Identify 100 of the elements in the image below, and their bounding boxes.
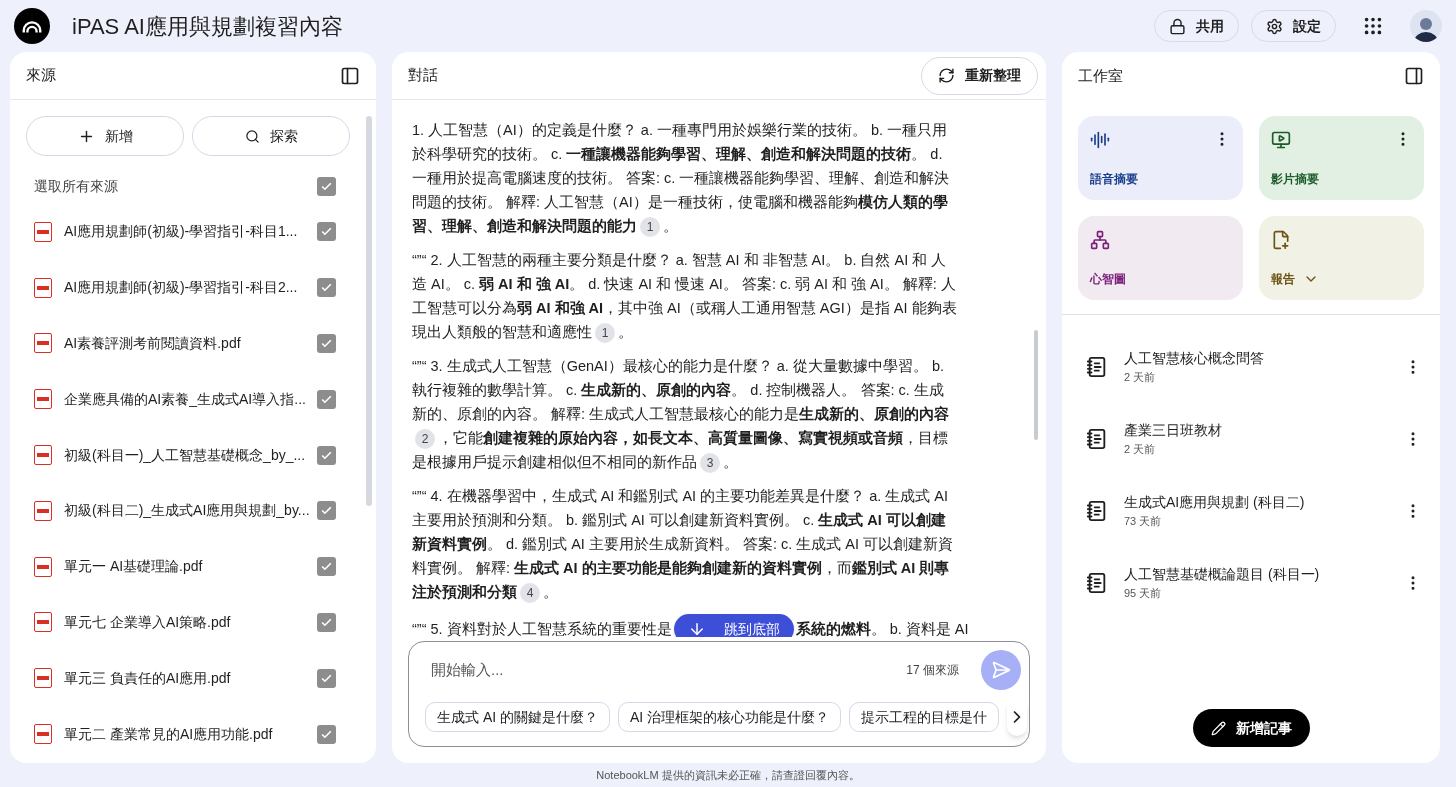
- notebook-title: iPAS AI應用與規劃複習內容: [72, 12, 343, 41]
- note-title: 產業三日班教材: [1124, 421, 1222, 441]
- suggestion-chip[interactable]: 生成式 AI 的關鍵是什麼？: [425, 702, 610, 732]
- checkbox[interactable]: [317, 176, 336, 196]
- note-item[interactable]: 人工智慧核心概念問答 2 天前: [1074, 331, 1428, 403]
- source-name: AI素養評測考前閱讀資料.pdf: [64, 334, 242, 353]
- source-name: 企業應具備的AI素養_生成式AI導入指...: [64, 389, 305, 409]
- checkmark-icon: [320, 337, 333, 350]
- note-item[interactable]: 生成式AI應用與規劃 (科目二) 73 天前: [1074, 475, 1428, 547]
- tile-label: 語音摘要: [1090, 171, 1138, 188]
- send-icon: [991, 660, 1011, 680]
- panel-title: 工作室: [1078, 65, 1123, 86]
- pdf-icon: [34, 221, 52, 242]
- note-title: 生成式AI應用與規劃 (科目二): [1124, 493, 1305, 513]
- source-item[interactable]: 單元二 產業常見的AI應用功能.pdf: [26, 706, 350, 762]
- pdf-icon: [34, 500, 52, 521]
- video-icon: [1271, 130, 1291, 150]
- jump-to-bottom-button[interactable]: 跳到底部: [673, 614, 794, 637]
- source-item[interactable]: 單元三 負責任的AI應用.pdf: [26, 650, 350, 707]
- note-item[interactable]: 人工智慧基礎概論題目 (科目一) 95 天前: [1074, 547, 1428, 619]
- checkbox[interactable]: [317, 724, 336, 744]
- select-all-label: 選取所有來源: [34, 176, 118, 196]
- report-icon: [1271, 230, 1291, 250]
- panel-title: 來源: [26, 65, 56, 86]
- answer-text: “”“ 5. 資料對於人工智慧系統的重要性是: [412, 620, 672, 637]
- note-icon: [1086, 428, 1108, 450]
- checkbox[interactable]: [317, 612, 336, 632]
- search-icon: [244, 128, 260, 144]
- source-name: 單元一 AI基礎理論.pdf: [64, 557, 204, 577]
- checkbox[interactable]: [317, 334, 336, 353]
- studio-tile[interactable]: 影片摘要: [1259, 116, 1424, 200]
- panel-title: 對話: [408, 65, 438, 86]
- tile-label: 報告: [1271, 271, 1295, 288]
- collapse-panel-icon[interactable]: [340, 65, 360, 86]
- note-title: 人工智慧基礎概論題目 (科目一): [1124, 565, 1320, 585]
- source-name: AI應用規劃師(初級)-學習指引-科目2...: [64, 278, 299, 298]
- next-suggestions-button[interactable]: [1007, 698, 1028, 736]
- note-icon: [1086, 500, 1108, 522]
- source-item[interactable]: AI應用規劃師(初級)-學習指引-科目2...: [26, 259, 350, 316]
- pdf-icon: [34, 668, 52, 689]
- pdf-icon: [34, 612, 52, 633]
- checkbox[interactable]: [317, 501, 336, 521]
- checkbox[interactable]: [317, 557, 336, 577]
- pdf-icon: [34, 445, 52, 466]
- note-title: 人工智慧核心概念問答: [1124, 349, 1264, 369]
- refresh-icon: [938, 67, 955, 84]
- source-item[interactable]: 單元一 AI基礎理論.pdf: [26, 538, 350, 595]
- source-item[interactable]: AI素養評測考前閱讀資料.pdf: [26, 315, 350, 372]
- checkbox[interactable]: [317, 668, 336, 688]
- checkbox[interactable]: [317, 389, 336, 409]
- pdf-icon: [34, 724, 52, 745]
- chat-input-field[interactable]: 開始輸入...: [431, 658, 907, 682]
- answer-paragraph: “”“ 4. 在機器學習中，生成式 AI 和鑑別式 AI 的主要功能差異是什麼？ a. 生成式 AI 主要用於預測和分類。 b. 鑑別式 AI 可以創建新資料實例。 c. 生成式 AI 可以創建新資料實例。 d. 鑑別式 AI 主要用於生成新資料。 答案: c. 生成式 AI 可以創建新資料實例。 解釋: 生成式 AI 的主要功能是能夠創建新的資料實例，而鑑別式 AI 則專注於預測和分類 4 。: [412, 484, 958, 604]
- source-count: 17 個來源: [906, 662, 959, 679]
- pencil-icon: [1210, 720, 1226, 736]
- source-item[interactable]: 初級(科目二)_生成式AI應用與規劃_by...: [26, 483, 350, 539]
- pdf-icon: [34, 333, 52, 354]
- apps-grid-icon[interactable]: [1362, 15, 1384, 37]
- avatar[interactable]: [1410, 10, 1442, 42]
- answer-paragraph: “”“ 3. 生成式人工智慧（GenAI）最核心的能力是什麼？ a. 從大量數據中學習。 b. 執行複雜的數學計算。 c. 生成新的、原創的內容。 d. 控制機器人。 答案: c. 生成新的、原創的內容。 解釋: 生成式人工智慧最核心的能力是生成新的、原創的內容 2 ，它能創建複雜的原始內容，如長文本、高質量圖像、寫實視頻或音頻，目標是根據用戶提示創建相似但不相同的新作品 3 。: [412, 354, 958, 474]
- studio-tile[interactable]: 語音摘要: [1078, 116, 1243, 200]
- source-name: 單元二 產業常見的AI應用功能.pdf: [64, 724, 274, 744]
- answer-paragraph: “”“ 2. 人工智慧的兩種主要分類是什麼？ a. 智慧 AI 和 非智慧 AI。 b. 自然 AI 和 人造 AI。 c. 弱 AI 和 強 AI。 d. 快速 AI 和 慢速 AI。 答案: c. 弱 AI 和 強 AI。 解釋: 人工智慧可以分為弱 AI 和強 AI，其中強 AI（或稱人工通用智慧 AGI）是指 AI 能夠表現出人類般的智慧和適應性 1 。: [412, 248, 958, 344]
- note-time: 2 天前: [1124, 442, 1157, 458]
- audio-wave-icon: [1090, 130, 1110, 150]
- source-name: 單元七 企業導入AI策略.pdf: [64, 612, 232, 632]
- note-time: 73 天前: [1124, 514, 1163, 530]
- pdf-icon: [34, 389, 52, 410]
- answer-paragraph: 1. 人工智慧（AI）的定義是什麼？ a. 一種專門用於娛樂行業的技術。 b. 一種只用於科學研究的技術。 c. 一種讓機器能夠學習、理解、創造和解決問題的技術。 d. 一種用於提高電腦速度的技術。 答案: c. 一種讓機器能夠學習、理解、創造和解決問題的技術。 解釋: 人工智慧（AI）是一種技術，使電腦和機器能夠模仿人類的學習、理解、創造和解決問題的能力 1 。: [412, 118, 958, 238]
- tile-label: 心智圖: [1090, 271, 1126, 288]
- checkbox[interactable]: [317, 445, 336, 465]
- note-time: 95 天前: [1124, 586, 1163, 602]
- logo-icon: [14, 8, 50, 44]
- note-icon: [1086, 572, 1108, 594]
- source-item[interactable]: 初級(科目一)_人工智慧基礎概念_by_...: [26, 427, 350, 483]
- source-name: 單元三 負責任的AI應用.pdf: [64, 668, 232, 688]
- pdf-icon: [34, 556, 52, 577]
- note-icon: [1086, 356, 1108, 378]
- tile-label: 影片摘要: [1271, 171, 1319, 188]
- note-time: 2 天前: [1124, 370, 1157, 386]
- mind-map-icon: [1090, 230, 1110, 250]
- answer-text: 系統的燃料。 b. 資料是 AI: [795, 620, 969, 637]
- disclaimer-text: NotebookLM 提供的資訊未必正確，請查證回覆內容。: [596, 767, 860, 783]
- lock-icon: [1169, 17, 1186, 35]
- settings-icon: [1266, 17, 1283, 35]
- suggestion-chip[interactable]: 提示工程的目標是什: [849, 702, 1000, 732]
- source-name: 初級(科目一)_人工智慧基礎概念_by_...: [64, 445, 305, 465]
- suggestion-chip[interactable]: AI 治理框架的核心功能是什麼？: [618, 702, 842, 732]
- source-item[interactable]: 企業應具備的AI素養_生成式AI導入指...: [26, 371, 350, 428]
- note-item[interactable]: 產業三日班教材 2 天前: [1074, 403, 1428, 475]
- collapse-panel-icon[interactable]: [1404, 66, 1424, 86]
- source-item[interactable]: AI應用規劃師(初級)-學習指引-科目1...: [26, 204, 350, 260]
- source-item[interactable]: 單元七 企業導入AI策略.pdf: [26, 594, 350, 651]
- pdf-icon: [34, 277, 52, 298]
- studio-tile[interactable]: 心智圖: [1078, 216, 1243, 300]
- add-note-button[interactable]: 新增記事: [1192, 709, 1310, 747]
- studio-tile[interactable]: 報告: [1259, 216, 1424, 300]
- checkbox[interactable]: [317, 222, 336, 242]
- source-name: AI應用規劃師(初級)-學習指引-科目1...: [64, 222, 299, 242]
- checkbox[interactable]: [317, 278, 336, 298]
